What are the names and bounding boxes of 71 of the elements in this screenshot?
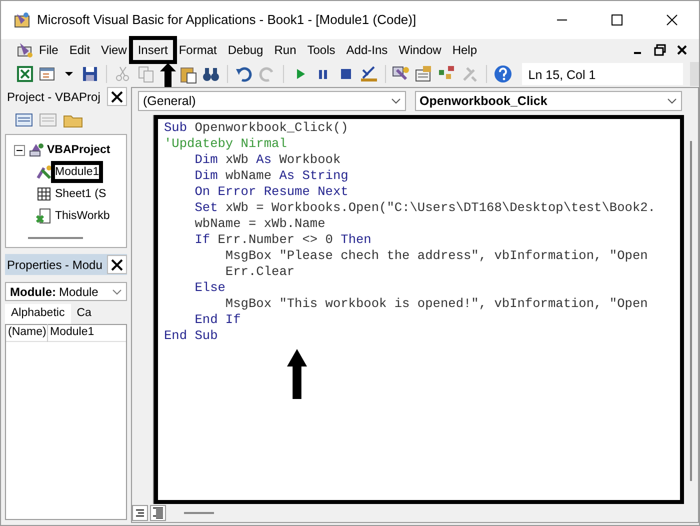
module-icon [36,164,52,180]
menu-item[interactable]: Help [448,40,481,58]
close-button[interactable] [107,87,127,106]
procedure-dropdown[interactable]: Openworkbook_Click [414,91,682,111]
panel-title: Properties - Modu [7,256,102,274]
scrollbar-thumb[interactable] [690,141,692,481]
code-line: On Error Resume Next [194,184,350,200]
toolbar-grip[interactable] [690,62,699,86]
arrow-icon [160,62,176,86]
highlight-box [51,161,104,183]
workbook-icon [36,208,52,224]
copy-icon[interactable] [136,64,156,84]
property-name: (Name) [6,324,48,342]
highlight-box [128,36,177,64]
code-line: Else [194,280,226,296]
menu-item[interactable]: Insert [134,40,172,58]
view-code-icon[interactable] [15,112,33,128]
property-value[interactable]: Module1 [48,324,94,342]
object-dropdown[interactable]: (General) [138,91,406,111]
module-view-icon[interactable] [152,507,164,519]
window-title: Microsoft Visual Basic for Applications - Book1 - [Module1 (Code)] [37,11,416,30]
maximize-icon[interactable] [610,14,622,26]
code-line: MsgBox "This workbook is opened!", vbInformation, "Open [224,296,649,312]
app-icon [13,11,31,29]
close-icon[interactable] [666,14,678,26]
close-button[interactable] [107,255,127,274]
menu-item[interactable]: Tools [303,40,340,58]
scrollbar-thumb[interactable] [28,237,83,239]
excel-icon[interactable] [15,64,35,84]
project-icon [28,142,44,158]
tree-item[interactable]: ThisWorkb [55,209,110,223]
code-line: MsgBox "Please chech the address", vbInformation, "Open [224,248,649,264]
code-line: Err.Clear [224,264,296,280]
code-line: wbName = xWb.Name [194,216,326,232]
help-icon[interactable] [493,64,514,84]
procedure-view-icon[interactable] [134,508,146,518]
chevron-icon [667,97,677,105]
menu-item[interactable]: Edit [65,40,94,58]
close-icon[interactable] [675,42,689,56]
menu-item[interactable]: Format [174,40,221,58]
menu-item[interactable]: Run [270,40,300,58]
tab[interactable]: Alphabetic [5,304,71,324]
close-icon [111,258,123,270]
code-line: Set xWb = Workbooks.Open("C:\Users\DT168\Desktop\test\Book2. [194,200,656,216]
cursor-position: Ln 15, Col 1 [522,62,684,84]
arrow-icon [287,349,307,399]
code-line: If Err.Number <> 0 Then [194,232,372,248]
object-dropdown[interactable]: Module: Module [5,282,127,301]
collapse-icon[interactable] [14,144,25,156]
chevron-icon [112,288,122,296]
restore-icon[interactable] [653,42,667,56]
scrollbar-thumb[interactable] [184,512,214,514]
tree-item[interactable]: Module1 [55,165,100,179]
sheet-icon [36,186,52,202]
tree-item[interactable]: Sheet1 (S [55,187,106,201]
code-line: Dim xWb As Workbook [194,152,342,168]
tree-item[interactable]: VBAProject [47,143,110,157]
code-line: Dim wbName As String [194,168,350,184]
menu-item[interactable]: File [35,40,62,58]
code-line: Sub Openworkbook_Click() [164,120,350,136]
code-line: End Sub [164,328,219,344]
menu-item[interactable]: Window [394,40,446,58]
menu-item[interactable]: View [97,40,131,58]
chevron-icon [390,97,400,105]
menu-item[interactable]: Add-Ins [342,40,392,58]
panel-title: Project - VBAProj [7,88,100,106]
code-line: End If [194,312,242,328]
close-icon [111,90,123,102]
vba-icon [15,40,35,58]
code-line: 'Updateby Nirmal [164,136,288,152]
menu-item[interactable]: Debug [224,40,268,58]
